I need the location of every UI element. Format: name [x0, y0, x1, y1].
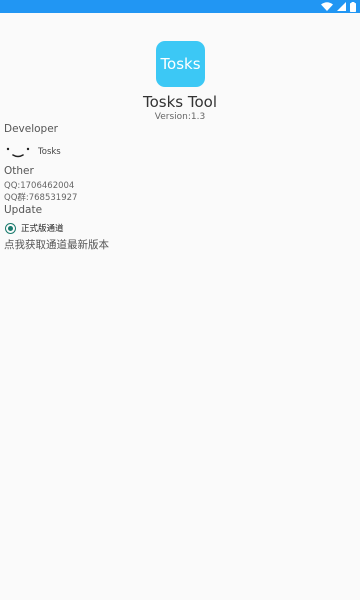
qq-group-number: QQ群:768531927	[4, 193, 78, 203]
app-icon: Tosks	[156, 41, 205, 87]
developer-section-title: Developer	[4, 123, 59, 135]
signal-icon	[337, 2, 346, 11]
radio-button-icon[interactable]	[5, 222, 16, 234]
check-update-link[interactable]: 点我获取通道最新版本	[4, 237, 109, 252]
developer-avatar	[4, 142, 32, 162]
status-bar	[0, 0, 360, 13]
app-version: Version:1.3	[154, 112, 206, 122]
status-icons	[321, 0, 356, 13]
release-channel-label[interactable]: 正式版通道	[21, 222, 64, 234]
battery-icon	[350, 1, 356, 12]
wifi-icon	[321, 2, 333, 11]
app-name: Tosks Tool	[142, 93, 217, 111]
release-channel-radio[interactable]: 正式版通道	[5, 221, 64, 235]
other-section-title: Other	[4, 165, 34, 177]
app-icon-text: Tosks	[160, 55, 201, 73]
update-section-title: Update	[4, 204, 43, 216]
qq-number: QQ:1706462004	[4, 181, 75, 191]
radio-selected-dot	[8, 225, 13, 231]
developer-name: Tosks	[38, 147, 61, 157]
developer-row[interactable]: Tosks	[4, 142, 61, 162]
